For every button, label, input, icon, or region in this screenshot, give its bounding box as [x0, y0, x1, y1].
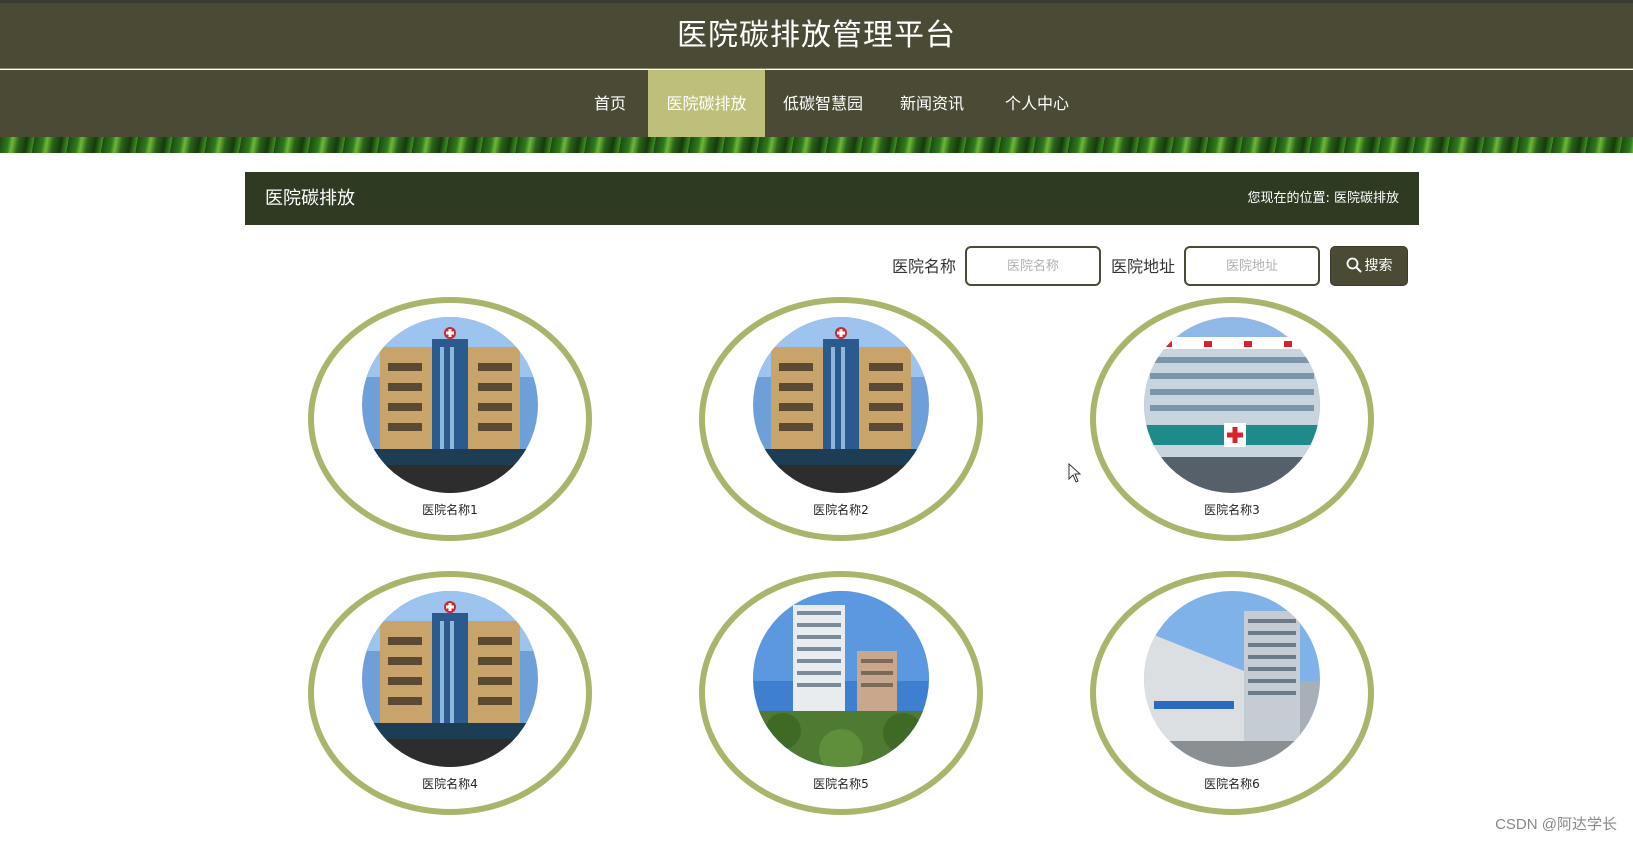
hospital-photo: [753, 317, 929, 493]
section-header: 医院碳排放 您现在的位置: 医院碳排放: [245, 172, 1419, 225]
hospital-name: 医院名称2: [813, 503, 869, 517]
hospital-address-input[interactable]: [1184, 246, 1320, 286]
hospital-card[interactable]: 医院名称1: [308, 297, 592, 541]
breadcrumb-prefix: 您现在的位置:: [1247, 191, 1330, 206]
nav-item-hospital-carbon[interactable]: 医院碳排放: [648, 70, 765, 137]
hospital-card[interactable]: 医院名称3: [1090, 297, 1374, 541]
hospital-photo: [1144, 591, 1320, 767]
hospital-name: 医院名称3: [1204, 503, 1260, 517]
nav-item-news[interactable]: 新闻资讯: [890, 70, 974, 137]
hospital-name: 医院名称5: [813, 777, 869, 791]
hospital-photo: [1144, 317, 1320, 493]
hospital-name: 医院名称6: [1204, 777, 1260, 791]
mouse-cursor-icon: [1068, 463, 1082, 483]
search-button-label: 搜索: [1364, 258, 1393, 274]
watermark: CSDN @阿达学长: [1495, 816, 1617, 833]
search-icon: [1346, 257, 1361, 273]
hospital-card[interactable]: 医院名称6: [1090, 571, 1374, 815]
hospital-photo: [753, 591, 929, 767]
hospital-photo: [362, 591, 538, 767]
hospital-card[interactable]: 医院名称4: [308, 571, 592, 815]
hospital-name: 医院名称1: [422, 503, 478, 517]
hospital-photo: [362, 317, 538, 493]
breadcrumb-current[interactable]: 医院碳排放: [1334, 191, 1399, 206]
site-header: 医院碳排放管理平台: [0, 3, 1633, 69]
hospital-address-label: 医院地址: [1111, 257, 1176, 276]
hospital-name: 医院名称4: [422, 777, 478, 791]
leaf-banner: [0, 137, 1633, 153]
breadcrumb: 您现在的位置: 医院碳排放: [1247, 172, 1399, 225]
search-button[interactable]: 搜索: [1330, 246, 1408, 286]
nav-item-low-carbon-park[interactable]: 低碳智慧园: [775, 70, 871, 137]
site-title: 医院碳排放管理平台: [677, 18, 956, 53]
hospital-name-input[interactable]: [965, 246, 1101, 286]
hospital-card[interactable]: 医院名称5: [699, 571, 983, 815]
section-title: 医院碳排放: [265, 188, 355, 209]
nav-item-personal-center[interactable]: 个人中心: [995, 70, 1079, 137]
hospital-name-label: 医院名称: [892, 257, 957, 276]
hospital-card[interactable]: 医院名称2: [699, 297, 983, 541]
nav-item-home[interactable]: 首页: [575, 70, 645, 137]
main-nav: 首页 医院碳排放 低碳智慧园 新闻资讯 个人中心: [0, 70, 1633, 137]
